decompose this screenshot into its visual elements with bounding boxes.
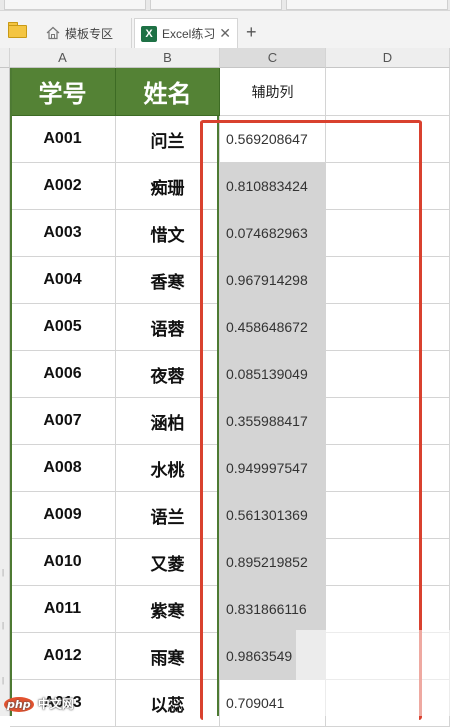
id-cell[interactable]: A010 (10, 539, 116, 586)
empty-cell[interactable] (326, 210, 450, 257)
id-cell[interactable]: A009 (10, 492, 116, 539)
watermark-overlay (296, 630, 450, 716)
empty-cell[interactable] (326, 68, 450, 116)
id-cell[interactable]: A008 (10, 445, 116, 492)
name-cell[interactable]: 紫寒 (116, 586, 220, 633)
empty-cell[interactable] (326, 445, 450, 492)
add-tab-button[interactable]: + (246, 22, 257, 43)
home-icon (46, 26, 60, 40)
empty-cell[interactable] (326, 492, 450, 539)
ghost-tab (286, 0, 448, 10)
helper-value-cell[interactable]: 0.085139049 (220, 351, 326, 398)
name-cell[interactable]: 雨寒 (116, 633, 220, 680)
helper-value-cell[interactable]: 0.355988417 (220, 398, 326, 445)
tab-excel[interactable]: X Excel练习 ✕ (134, 18, 238, 48)
id-cell[interactable]: A006 (10, 351, 116, 398)
watermark-site: 中文网 (37, 697, 74, 711)
close-icon[interactable]: ✕ (219, 25, 231, 42)
select-all-corner[interactable] (0, 48, 10, 68)
tab-row: 模板专区 X Excel练习 ✕ + (0, 14, 450, 48)
empty-cell[interactable] (326, 586, 450, 633)
id-cell[interactable]: A011 (10, 586, 116, 633)
table-border (217, 116, 219, 716)
name-cell[interactable]: 涵柏 (116, 398, 220, 445)
ghost-tab (4, 0, 146, 10)
name-cell[interactable]: 以蕊 (116, 680, 220, 727)
table-row: A005 语蓉 0.458648672 (10, 304, 450, 351)
helper-value-cell[interactable]: 0.949997547 (220, 445, 326, 492)
empty-cell[interactable] (326, 257, 450, 304)
id-cell[interactable]: A002 (10, 163, 116, 210)
name-cell[interactable]: 夜蓉 (116, 351, 220, 398)
helper-value-cell[interactable]: 0.967914298 (220, 257, 326, 304)
tab-templates-label: 模板专区 (65, 26, 114, 41)
id-cell[interactable]: A007 (10, 398, 116, 445)
id-cell[interactable]: A012 (10, 633, 116, 680)
table-row: A009 语兰 0.561301369 (10, 492, 450, 539)
header-cell-id[interactable]: 学号 (10, 68, 116, 116)
table-row: A008 水桃 0.949997547 (10, 445, 450, 492)
table-row: A001 问兰 0.569208647 (10, 116, 450, 163)
watermark: php 中文网 (4, 695, 74, 712)
row-header-mark: | (2, 621, 5, 630)
row-header-mark: | (2, 568, 5, 577)
row-header-strip[interactable]: | | | (0, 68, 10, 716)
header-cell-helper[interactable]: 辅助列 (220, 68, 326, 116)
row-header-mark: | (2, 676, 5, 685)
helper-value-cell[interactable]: 0.895219852 (220, 539, 326, 586)
table-row: A007 涵柏 0.355988417 (10, 398, 450, 445)
name-cell[interactable]: 痴珊 (116, 163, 220, 210)
watermark-php: php (4, 697, 34, 712)
id-cell[interactable]: A005 (10, 304, 116, 351)
name-cell[interactable]: 语兰 (116, 492, 220, 539)
empty-cell[interactable] (326, 351, 450, 398)
column-header-d[interactable]: D (326, 48, 450, 68)
table-row: A006 夜蓉 0.085139049 (10, 351, 450, 398)
title-strip (0, 0, 450, 11)
helper-value-cell[interactable]: 0.561301369 (220, 492, 326, 539)
table-border (10, 68, 12, 716)
table-header-row: 学号 姓名 辅助列 (10, 68, 450, 116)
tab-bar: 模板专区 X Excel练习 ✕ + (0, 0, 450, 48)
helper-value-cell[interactable]: 0.074682963 (220, 210, 326, 257)
id-cell[interactable]: A001 (10, 116, 116, 163)
helper-value-cell[interactable]: 0.831866116 (220, 586, 326, 633)
helper-value-cell[interactable]: 0.569208647 (220, 116, 326, 163)
table-row: A004 香寒 0.967914298 (10, 257, 450, 304)
column-header-c[interactable]: C (220, 48, 326, 68)
id-cell[interactable]: A004 (10, 257, 116, 304)
empty-cell[interactable] (326, 398, 450, 445)
name-cell[interactable]: 又菱 (116, 539, 220, 586)
name-cell[interactable]: 水桃 (116, 445, 220, 492)
helper-value-cell[interactable]: 0.810883424 (220, 163, 326, 210)
empty-cell[interactable] (326, 163, 450, 210)
empty-cell[interactable] (326, 116, 450, 163)
name-cell[interactable]: 惜文 (116, 210, 220, 257)
tab-excel-label: Excel练习 (162, 27, 216, 41)
table-row: A010 又菱 0.895219852 (10, 539, 450, 586)
folder-icon[interactable] (8, 22, 27, 38)
column-header-b[interactable]: B (116, 48, 220, 68)
helper-value-cell[interactable]: 0.458648672 (220, 304, 326, 351)
empty-cell[interactable] (326, 304, 450, 351)
tab-templates[interactable]: 模板专区 (40, 18, 132, 48)
header-cell-name[interactable]: 姓名 (116, 68, 220, 116)
ghost-tab (150, 0, 282, 10)
id-cell[interactable]: A003 (10, 210, 116, 257)
table-row: A011 紫寒 0.831866116 (10, 586, 450, 633)
column-header-a[interactable]: A (10, 48, 116, 68)
table-row: A002 痴珊 0.810883424 (10, 163, 450, 210)
excel-file-icon: X (141, 25, 157, 42)
name-cell[interactable]: 语蓉 (116, 304, 220, 351)
name-cell[interactable]: 香寒 (116, 257, 220, 304)
table-row: A003 惜文 0.074682963 (10, 210, 450, 257)
name-cell[interactable]: 问兰 (116, 116, 220, 163)
empty-cell[interactable] (326, 539, 450, 586)
